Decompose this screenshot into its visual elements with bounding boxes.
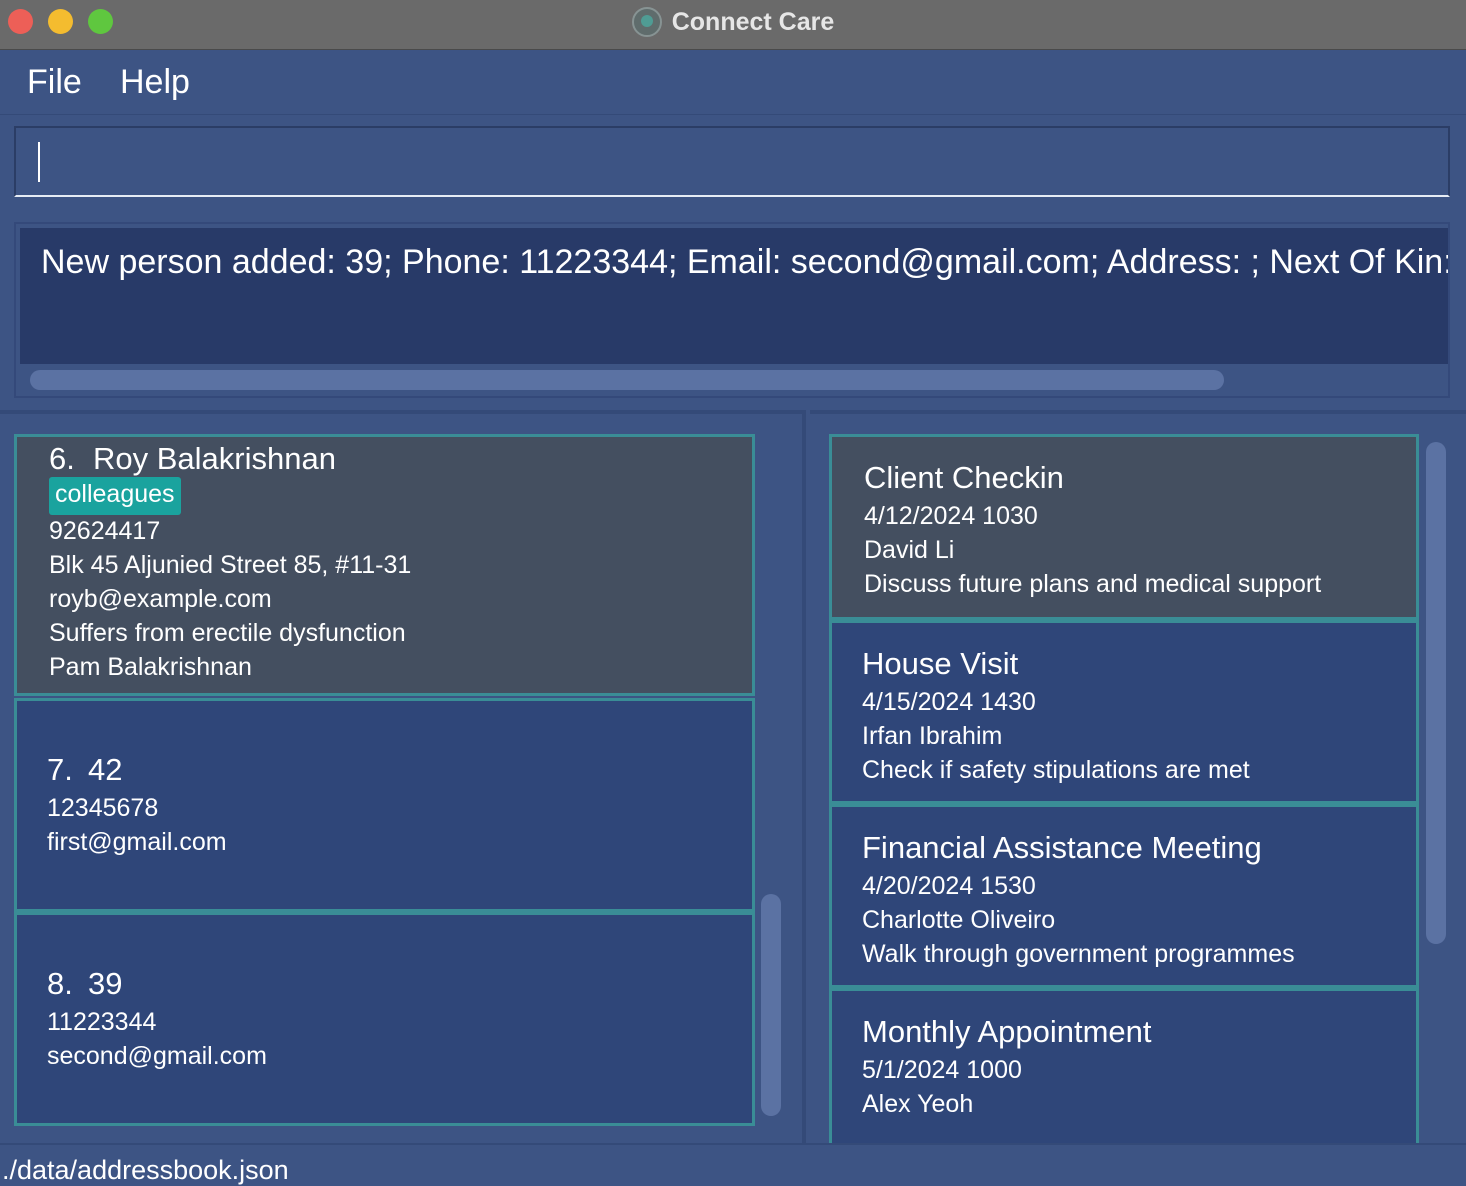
appointment-description: Check if safety stipulations are met — [862, 756, 1250, 784]
person-list-scrollbar[interactable] — [761, 894, 781, 1116]
menu-bar: File Help — [0, 51, 1466, 115]
person-index: 7. — [47, 752, 73, 787]
command-input[interactable] — [16, 128, 1448, 195]
person-name: 39 — [88, 966, 123, 1001]
appointment-datetime: 4/20/2024 1530 — [862, 872, 1036, 900]
person-index: 8. — [47, 966, 73, 1001]
appointment-list-panel: Client Checkin 4/12/2024 1030 David Li D… — [810, 410, 1466, 1143]
appointment-description: Walk through government programmes — [862, 940, 1295, 968]
window-title: Connect Care — [671, 7, 835, 36]
appointment-card[interactable]: Monthly Appointment 5/1/2024 1000 Alex Y… — [829, 988, 1419, 1143]
result-horizontal-scrollbar[interactable] — [30, 370, 1224, 390]
title-bar: Connect Care — [0, 0, 1466, 50]
appointment-datetime: 4/12/2024 1030 — [864, 502, 1038, 530]
appointment-description: Discuss future plans and medical support — [864, 570, 1322, 598]
save-file-path: ./data/addressbook.json — [2, 1155, 289, 1185]
person-index: 6. — [49, 441, 75, 476]
person-next-of-kin: Pam Balakrishnan — [49, 653, 252, 681]
appointment-list-scrollbar[interactable] — [1426, 442, 1446, 944]
person-tag: colleagues — [49, 477, 181, 515]
person-name: Roy Balakrishnan — [93, 441, 336, 476]
person-card[interactable]: 8. 39 11223344 second@gmail.com — [14, 912, 755, 1126]
appointment-person: Irfan Ibrahim — [862, 722, 1003, 750]
appointment-person: Alex Yeoh — [862, 1090, 974, 1118]
person-address: Blk 45 Aljunied Street 85, #11-31 — [49, 551, 412, 579]
appointment-card[interactable]: Financial Assistance Meeting 4/20/2024 1… — [829, 804, 1419, 988]
result-message: New person added: 39; Phone: 11223344; E… — [41, 243, 1448, 281]
result-display[interactable]: New person added: 39; Phone: 11223344; E… — [20, 228, 1448, 364]
menu-file[interactable]: File — [27, 63, 82, 102]
person-phone: 92624417 — [49, 517, 161, 545]
status-bar: ./data/addressbook.json — [0, 1143, 1466, 1186]
appointment-title: Client Checkin — [864, 460, 1064, 495]
person-name: 42 — [88, 752, 123, 787]
appointment-title: Monthly Appointment — [862, 1014, 1152, 1049]
appointment-card[interactable]: House Visit 4/15/2024 1430 Irfan Ibrahim… — [829, 620, 1419, 804]
connect-care-logo-icon — [631, 7, 662, 37]
person-card[interactable]: 7. 42 12345678 first@gmail.com — [14, 698, 755, 912]
appointment-person: David Li — [864, 536, 955, 564]
person-email: royb@example.com — [49, 585, 272, 613]
menu-help[interactable]: Help — [120, 63, 190, 102]
command-box — [14, 126, 1450, 197]
person-phone: 12345678 — [47, 794, 159, 822]
appointment-title: House Visit — [862, 646, 1019, 681]
person-card[interactable]: 6. Roy Balakrishnan colleagues 92624417 … — [14, 434, 755, 696]
text-caret — [38, 142, 40, 182]
person-email: first@gmail.com — [47, 828, 227, 856]
appointment-title: Financial Assistance Meeting — [862, 830, 1262, 865]
person-description: Suffers from erectile dysfunction — [49, 619, 406, 647]
person-phone: 11223344 — [47, 1008, 157, 1036]
appointment-card[interactable]: Client Checkin 4/12/2024 1030 David Li D… — [829, 434, 1419, 620]
result-display-panel: New person added: 39; Phone: 11223344; E… — [14, 222, 1450, 398]
appointment-person: Charlotte Oliveiro — [862, 906, 1056, 934]
appointment-datetime: 5/1/2024 1000 — [862, 1056, 1022, 1084]
window-title-group: Connect Care — [0, 6, 1466, 38]
person-list-panel: 6. Roy Balakrishnan colleagues 92624417 … — [0, 410, 806, 1143]
person-email: second@gmail.com — [47, 1042, 267, 1070]
appointment-datetime: 4/15/2024 1430 — [862, 688, 1036, 716]
